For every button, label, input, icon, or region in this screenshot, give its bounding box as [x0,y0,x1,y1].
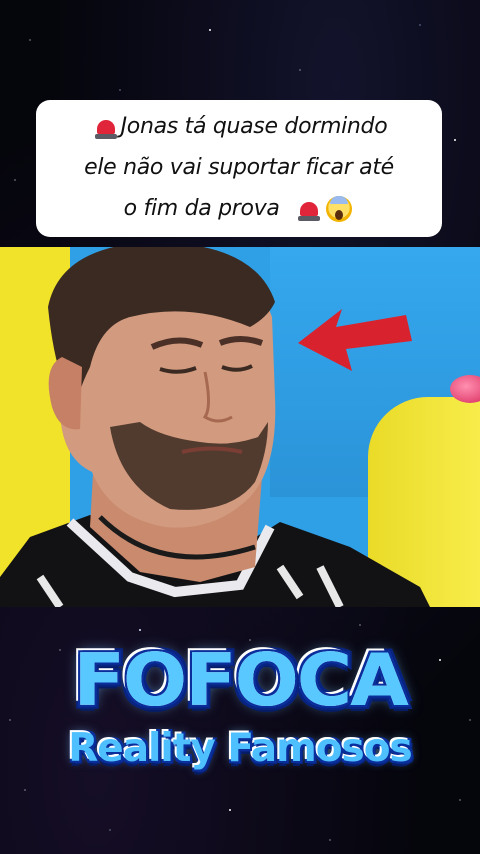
video-frame [0,247,480,607]
caption-line-1: Jonas tá quase dormindo [44,106,434,147]
logo-subtitle: Reality Famosos [68,726,413,771]
man-photo [0,247,430,607]
logo-title: FOFOCA [73,638,408,722]
caption-text-3: o fim da prova [123,196,280,221]
caption-line-3: o fim da prova [44,188,434,229]
caption-line-2: ele não vai suportar ficar até [84,155,394,180]
channel-logo: FOFOCA Reality Famosos [0,640,480,772]
face-screaming-icon [326,196,353,222]
caption-box: Jonas tá quase dormindo ele não vai supo… [36,100,442,237]
red-arrow-icon [298,309,412,371]
caption-text-1: Jonas tá quase dormindo [120,114,388,139]
siren-icon [93,114,119,140]
siren-icon [296,196,322,222]
